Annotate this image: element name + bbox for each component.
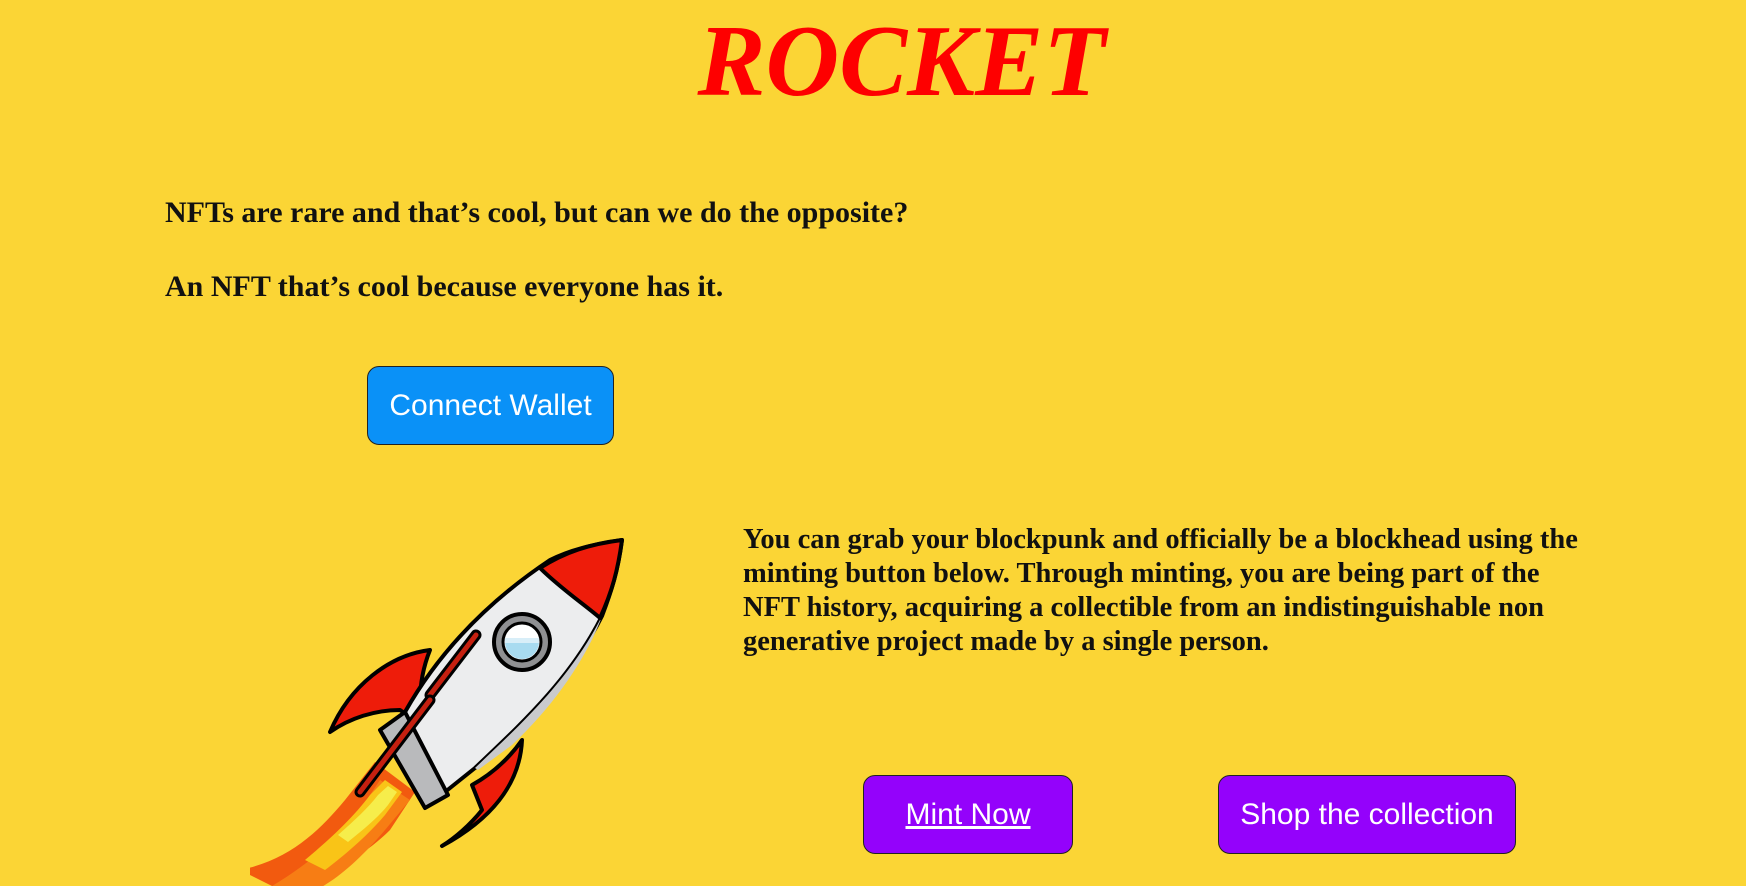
- mint-description: You can grab your blockpunk and official…: [743, 524, 1578, 657]
- intro-line-rarity: NFTs are rare and that’s cool, but can w…: [165, 196, 909, 229]
- intro-line-everyone: An NFT that’s cool because everyone has …: [165, 270, 724, 303]
- mint-now-button[interactable]: Mint Now: [863, 775, 1073, 854]
- rocket-window: [492, 612, 552, 672]
- rocket-icon: [250, 538, 624, 886]
- page: ROCKET NFTs are rare and that’s cool, bu…: [0, 0, 1746, 886]
- page-title: ROCKET: [697, 5, 1106, 118]
- connect-wallet-button[interactable]: Connect Wallet: [367, 366, 614, 445]
- rocket-flame: [250, 762, 415, 886]
- shop-collection-button[interactable]: Shop the collection: [1218, 775, 1516, 854]
